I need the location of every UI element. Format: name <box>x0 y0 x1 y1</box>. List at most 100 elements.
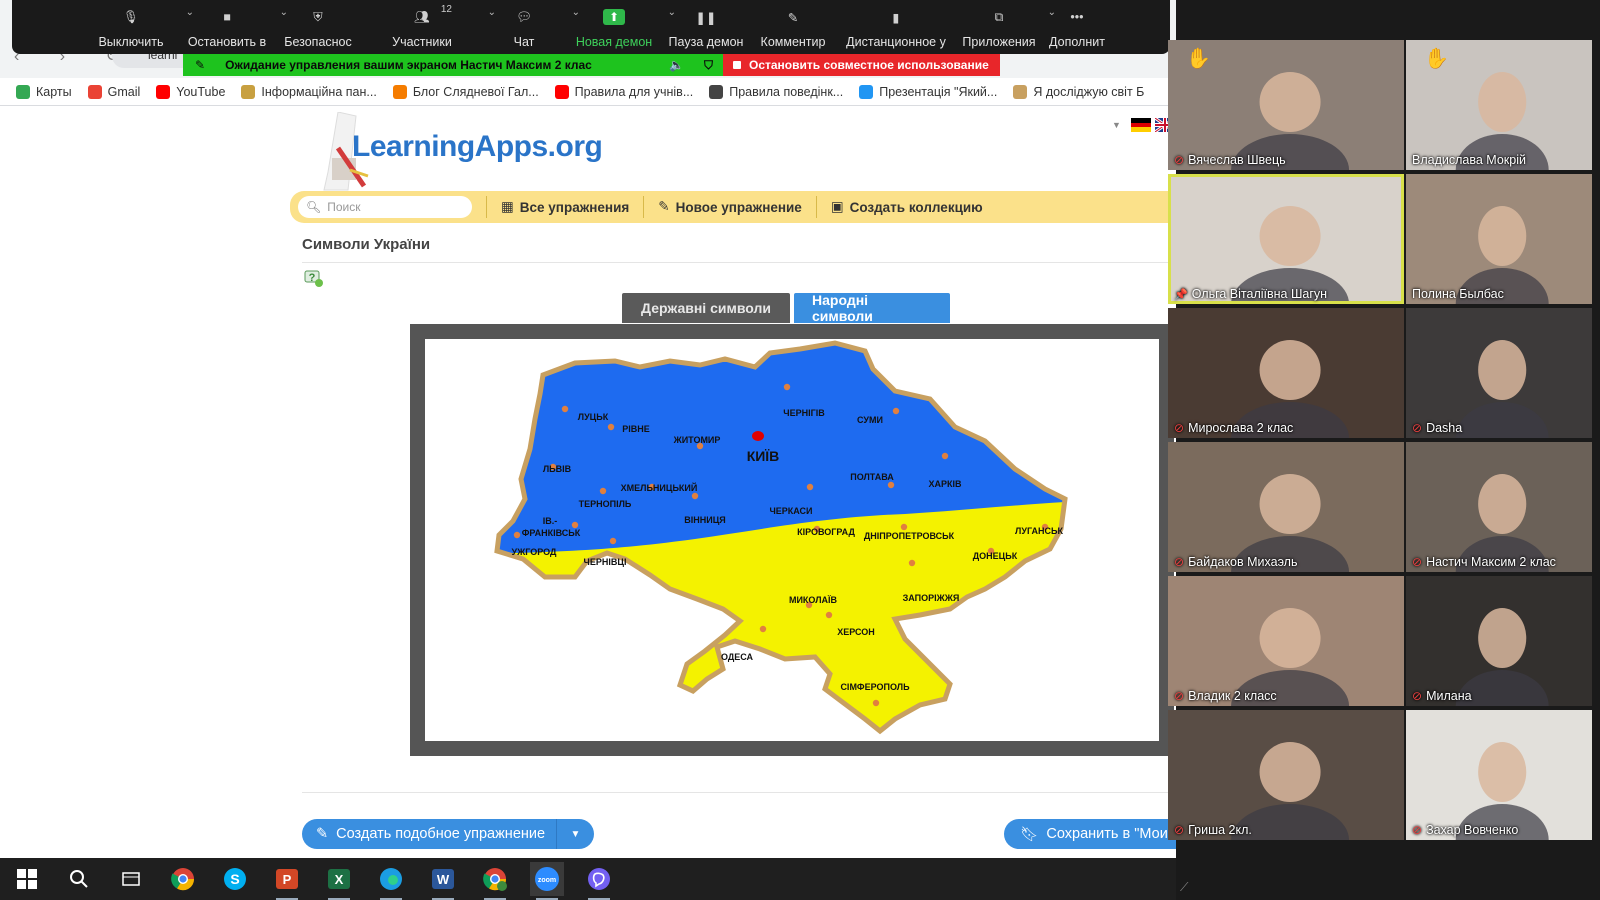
toolbar-apps[interactable]: ⧉ Приложения ⌄ <box>956 0 1056 49</box>
edge-icon[interactable] <box>374 862 408 900</box>
participant-name-label: 📌 Ольга Віталіївна Шагун <box>1174 287 1327 301</box>
chrome-icon[interactable] <box>166 862 200 896</box>
city-dot <box>892 407 900 415</box>
city-label: КІРОВОГРАД <box>797 527 855 537</box>
city-label: РІВНЕ <box>622 424 650 434</box>
create-similar-label: Создать подобное упражнение <box>336 826 546 842</box>
search-placeholder: Поиск <box>327 200 361 214</box>
tab-state-symbols[interactable]: Державні символи <box>622 293 790 323</box>
bookmark-label: Правила для учнів... <box>574 84 694 99</box>
word-icon[interactable]: W <box>426 862 460 900</box>
participant-name-label: ⊘ Владик 2 класс <box>1174 689 1277 703</box>
toolbar-chat[interactable]: 💬︎ Чат ⌄ <box>482 0 580 49</box>
toolbar-participants[interactable]: 👥︎ 12 Участники ⌄ <box>362 0 496 49</box>
toolbar-mouse[interactable]: ▮ Дистанционное у <box>836 0 956 50</box>
windows-start-icon[interactable] <box>10 862 44 896</box>
participant-video-tile[interactable]: ⊘ Владик 2 класс <box>1168 576 1404 706</box>
dropdown-caret-icon[interactable]: ▼ <box>1112 120 1121 130</box>
learningapps-logo-text[interactable]: LearningApps.org <box>352 130 603 164</box>
task-view-icon[interactable] <box>114 862 148 896</box>
participant-video-feed <box>1455 474 1549 572</box>
bookmark-item[interactable]: Я досліджую світ Б <box>1013 84 1144 99</box>
toolbar-label: Остановить в <box>187 35 267 49</box>
capital-dot <box>752 431 764 441</box>
bookmark-favicon-icon <box>16 84 30 99</box>
learningapps-nav-bar: 🔍︎ Поиск ▦ Все упражнения ✎ Новое упражн… <box>290 191 1176 223</box>
bookmark-item[interactable]: Блог Слядневої Гал... <box>392 84 539 99</box>
participant-video-tile[interactable]: ⊘ Захар Вовченко <box>1406 710 1592 840</box>
participant-video-feed <box>1231 608 1350 706</box>
face-shape <box>1259 742 1321 802</box>
city-dot <box>900 523 908 531</box>
muted-mic-icon: ⊘ <box>1174 823 1185 837</box>
powerpoint-icon[interactable]: P <box>270 862 304 900</box>
raised-hand-icon: ✋ <box>1424 48 1449 70</box>
nav-new-exercise-label: Новое упражнение <box>675 199 802 215</box>
participant-video-tile[interactable]: Полина Былбас <box>1406 174 1592 304</box>
participant-video-tile[interactable]: ⊘ Байдаков Михаэль <box>1168 442 1404 572</box>
bookmark-icon: 🔖︎ <box>1020 826 1039 843</box>
mouse-icon: ▮ <box>892 10 900 25</box>
participant-video-tile[interactable]: ⊘ Милана <box>1406 576 1592 706</box>
grid-icon: ▦ <box>501 199 514 214</box>
resize-grip-icon[interactable]: ⟋ <box>1180 880 1188 895</box>
toolbar-pause[interactable]: ❚❚ Пауза демон <box>662 0 750 50</box>
bookmark-item[interactable]: Правила поведінк... <box>709 84 843 99</box>
participant-video-tile[interactable]: ✋ ⊘ Вячеслав Швець <box>1168 40 1404 170</box>
search-icon[interactable] <box>62 862 96 896</box>
participant-name: Настич Максим 2 клас <box>1426 555 1556 569</box>
participant-video-tile[interactable]: 📌 Ольга Віталіївна Шагун <box>1168 174 1404 304</box>
ukraine-map-graphic: ЛУЦЬК РІВНЕ ЖИТОМИР ЧЕРНІГІВ СУМИ ЛЬВІВ ХМЕЛЬН… <box>425 339 1159 741</box>
bookmark-item[interactable]: Карты <box>16 84 72 99</box>
nav-all-exercises[interactable]: ▦ Все упражнения <box>486 196 643 218</box>
ukraine-map[interactable]: ЛУЦЬК РІВНЕ ЖИТОМИР ЧЕРНІГІВ СУМИ ЛЬВІВ ХМЕЛЬН… <box>425 339 1159 741</box>
toolbar-pencil[interactable]: ✎ Комментир <box>750 0 836 50</box>
city-dot <box>599 487 607 495</box>
zoom-icon[interactable]: zoom <box>530 862 564 900</box>
toolbar-shield[interactable]: ⛨ Безопаснос <box>274 0 362 50</box>
help-icon[interactable]: ? <box>304 270 324 288</box>
edit-icon: ✎ <box>316 826 329 842</box>
participant-video-tile[interactable]: ⊘ Гриша 2кл. <box>1168 710 1404 840</box>
tab-folk-symbols[interactable]: Народні символи <box>794 292 950 324</box>
create-similar-button[interactable]: ✎ Создать подобное упражнение ▼ <box>302 819 594 849</box>
excel-icon[interactable]: X <box>322 862 356 900</box>
muted-mic-icon: ⊘ <box>1412 421 1423 435</box>
toolbar-share-screen[interactable]: ⬆ Новая демон ⌄ <box>566 0 676 49</box>
participant-video-tile[interactable]: ⊘ Настич Максим 2 клас <box>1406 442 1592 572</box>
pause-icon: ❚❚ <box>695 10 717 25</box>
save-to-my-apps-button[interactable]: 🔖︎ Сохранить в "Моих у <box>1004 819 1184 849</box>
participant-video-tile[interactable]: ✋ Владислава Мокрій <box>1406 40 1592 170</box>
bookmark-item[interactable]: Gmail <box>87 84 140 99</box>
bookmark-item[interactable]: Презентація "Який... <box>859 84 997 99</box>
viber-icon[interactable] <box>582 862 616 900</box>
skype-icon[interactable]: S <box>218 862 252 896</box>
city-label: ХМЕЛЬНИЦЬКИЙ <box>621 482 698 493</box>
bookmark-item[interactable]: Інформаційна пан... <box>241 84 377 99</box>
nav-new-exercise[interactable]: ✎ Новое упражнение <box>643 196 816 218</box>
bookmark-item[interactable]: YouTube <box>156 84 225 99</box>
pencil-icon: ✎ <box>787 10 799 25</box>
participant-count: 12 <box>440 4 452 15</box>
search-input[interactable]: 🔍︎ Поиск <box>298 196 472 218</box>
chrome-profile-icon[interactable] <box>478 862 512 900</box>
german-flag-icon[interactable] <box>1130 118 1151 132</box>
toolbar-video-camera[interactable]: ■ Остановить в ⌄ <box>180 0 288 49</box>
city-label: ОДЕСА <box>721 652 754 662</box>
chevron-down-icon[interactable]: ▼ <box>556 819 594 849</box>
toolbar-microphone[interactable]: 🎙︎ Выключить ⌄ <box>82 0 194 49</box>
city-dot <box>607 423 615 431</box>
city-label: ЛУЦЬК <box>578 412 609 422</box>
exercise-frame: ЛУЦЬК РІВНЕ ЖИТОМИР ЧЕРНІГІВ СУМИ ЛЬВІВ ХМЕЛЬН… <box>410 324 1174 756</box>
pencil-icon: ✎ <box>195 58 206 72</box>
bookmark-favicon-icon <box>1013 84 1028 99</box>
bookmark-item[interactable]: Правила для учнів... <box>554 84 694 99</box>
svg-text:S: S <box>230 871 239 887</box>
participant-video-tile[interactable]: ⊘ Мирослава 2 клас <box>1168 308 1404 438</box>
stop-sharing-button[interactable]: Остановить совместное использование <box>723 54 1000 76</box>
toolbar-label: Участники <box>392 35 452 49</box>
nav-create-collection[interactable]: ▣ Создать коллекцию <box>815 196 997 218</box>
toolbar-more[interactable]: ••• Дополнит <box>1042 0 1112 49</box>
shield-check-icon: ⛉ <box>703 57 713 72</box>
participant-video-tile[interactable]: ⊘ Dasha <box>1406 308 1592 438</box>
